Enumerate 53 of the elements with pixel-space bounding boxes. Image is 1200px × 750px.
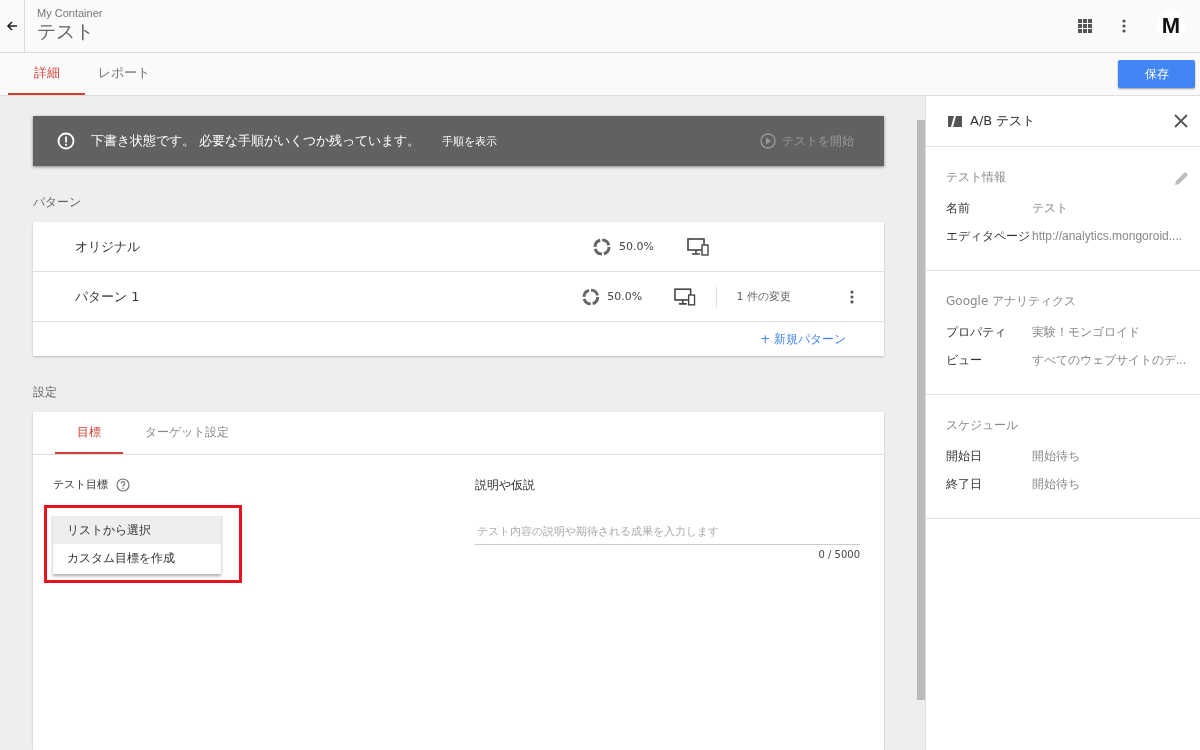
panel-section-heading: テスト情報 [946, 169, 1006, 186]
container-name: My Container [37, 7, 104, 19]
pattern-name: オリジナル [75, 237, 141, 256]
devices-icon [687, 237, 709, 256]
description-field[interactable]: テスト内容の説明や期待される成果を入力します [475, 519, 860, 545]
panel-section-heading: スケジュール [946, 417, 1018, 434]
section-heading: 設定 [33, 384, 58, 401]
new-pattern-link[interactable]: + 新規パターン [760, 330, 846, 348]
settings-tab[interactable]: 目標 [55, 412, 123, 454]
more-vert-icon[interactable] [850, 289, 854, 304]
property-label: エディタページ [946, 227, 1031, 245]
help-icon[interactable] [116, 477, 130, 492]
devices-icon [674, 287, 696, 306]
tab[interactable]: レポート [85, 53, 162, 95]
property-value: 開始待ち [1032, 475, 1080, 493]
description-label: 説明や仮説 [475, 477, 536, 494]
settings-tab[interactable]: ターゲット設定 [123, 412, 251, 454]
property-value: http://analytics.mongoroid.... [1032, 229, 1183, 243]
donut-icon [581, 287, 600, 306]
property-label: 終了日 [946, 475, 983, 493]
property-label: 開始日 [946, 447, 983, 465]
banner-message: 下書き状態です。 必要な手順がいくつか残っています。 [91, 132, 420, 150]
property-label: プロパティ [946, 323, 1007, 341]
play-icon [760, 133, 776, 149]
menu-item[interactable]: リストから選択 [53, 516, 221, 544]
apps-grid-icon[interactable] [1078, 19, 1092, 33]
account-avatar[interactable]: M [1156, 11, 1186, 41]
scrollbar-thumb[interactable] [917, 120, 925, 700]
traffic-weight: 50.0% [607, 290, 644, 303]
ab-test-icon [948, 115, 962, 127]
changes-count[interactable]: 1 件の変更 [736, 289, 843, 304]
property-label: 名前 [946, 199, 971, 217]
traffic-weight: 50.0% [619, 240, 655, 253]
property-value: すべてのウェブサイトのデ... [1032, 351, 1186, 369]
page-title: テスト [37, 19, 95, 44]
section-heading: パターン [33, 194, 82, 211]
property-label: ビュー [946, 351, 983, 369]
character-counter: 0 / 5000 [817, 549, 860, 560]
close-icon[interactable] [1174, 114, 1188, 128]
alert-icon [57, 132, 75, 150]
back-arrow-icon[interactable] [6, 20, 18, 32]
panel-title: A/B テスト [970, 112, 1037, 130]
more-vert-icon[interactable] [1122, 19, 1126, 33]
property-value: 実験！モンゴロイド [1032, 323, 1140, 341]
show-steps-link[interactable]: 手順を表示 [442, 133, 497, 149]
goal-label: テスト目標 [53, 477, 108, 492]
menu-item[interactable]: カスタム目標を作成 [53, 544, 221, 572]
panel-section-heading: Google アナリティクス [946, 293, 1077, 310]
save-button[interactable]: 保存 [1118, 60, 1195, 88]
property-value: テスト [1032, 199, 1068, 217]
pattern-name: パターン 1 [75, 287, 141, 306]
property-value: 開始待ち [1032, 447, 1080, 465]
donut-icon [593, 237, 611, 256]
